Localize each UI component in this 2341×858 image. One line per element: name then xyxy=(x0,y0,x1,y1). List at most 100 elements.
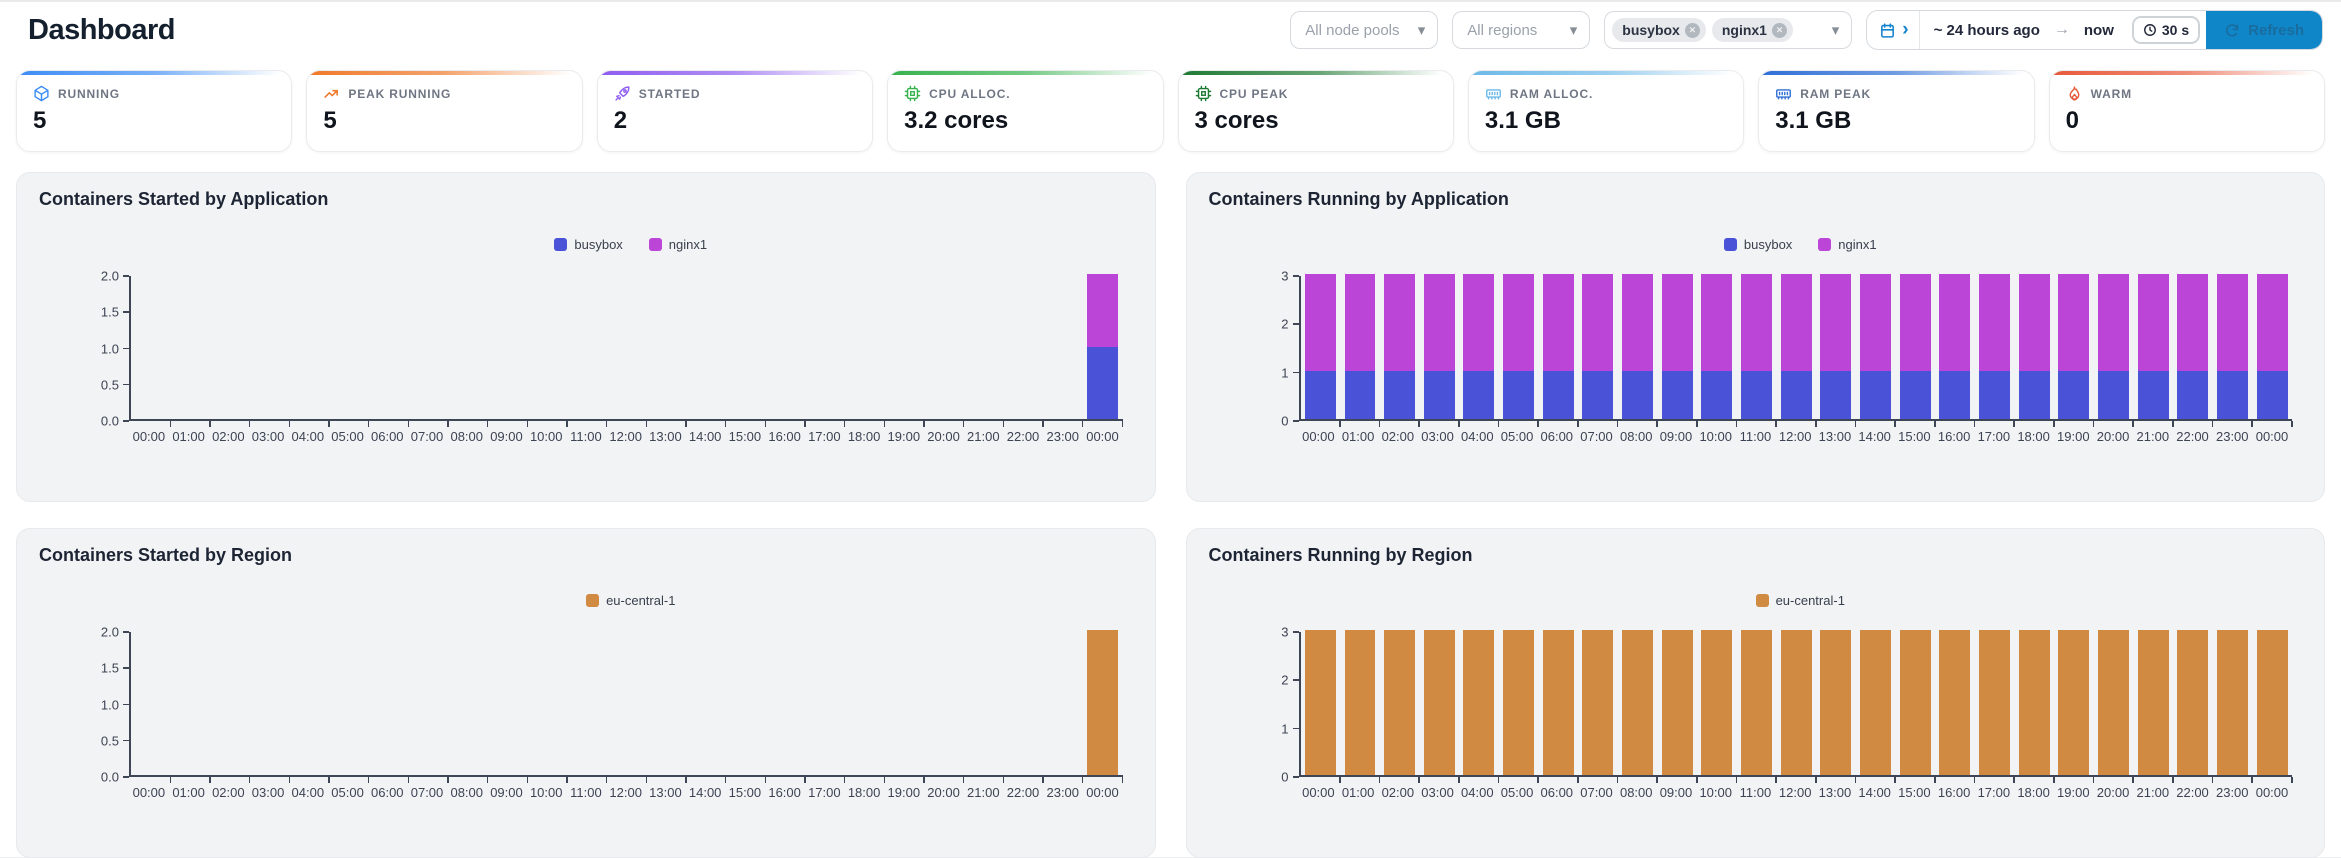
x-tick-mark xyxy=(764,777,767,783)
remove-chip-icon[interactable]: ✕ xyxy=(1771,22,1787,38)
chart-legend: eu-central-1 xyxy=(129,592,1133,608)
bar-segment-nginx1 xyxy=(1979,274,2010,371)
y-tick-label: 0 xyxy=(1281,413,1289,429)
refresh-button[interactable]: Refresh xyxy=(2206,11,2322,49)
x-tick-label: 07:00 xyxy=(410,785,444,800)
x-tick-mark xyxy=(2132,777,2134,783)
x-tick-label: 10:00 xyxy=(1699,429,1732,444)
applications-multiselect[interactable]: busybox ✕ nginx1 ✕ ▾ xyxy=(1604,11,1853,49)
bar-segment-eu-central-1 xyxy=(2137,630,2169,775)
stacked-bar xyxy=(1384,630,1416,775)
x-tick-mark xyxy=(2172,777,2174,783)
node-pools-select[interactable]: All node pools ▾ xyxy=(1290,11,1439,49)
x-tick-label: 17:00 xyxy=(808,785,841,800)
x-tick-mark xyxy=(883,777,886,783)
bar-segment-nginx1 xyxy=(1344,274,1376,371)
x-tick-mark xyxy=(2132,421,2134,427)
x-tick-mark xyxy=(2251,421,2253,427)
refresh-label: Refresh xyxy=(2248,21,2304,39)
memory-icon xyxy=(1485,85,1502,102)
y-tick-label: 1.5 xyxy=(100,660,119,676)
x-tick-mark xyxy=(605,421,608,427)
bar-slot xyxy=(2213,630,2253,775)
x-tick-mark xyxy=(2251,777,2253,783)
time-from-button[interactable]: ~ 24 hours ago xyxy=(1920,22,2054,39)
x-tick-mark xyxy=(486,421,489,427)
bar-slot xyxy=(845,276,885,419)
bar-slot xyxy=(528,632,568,775)
bar-segment-busybox xyxy=(1780,370,1812,419)
bar-segment-eu-central-1 xyxy=(2097,630,2129,775)
bar-segment-nginx1 xyxy=(1087,274,1119,347)
x-tick-label: 06:00 xyxy=(1540,785,1574,800)
y-tick-label: 0.0 xyxy=(100,413,119,429)
chart-title: Containers Started by Region xyxy=(39,545,293,565)
bar-slot xyxy=(1499,274,1539,419)
x-tick-label: 22:00 xyxy=(2176,429,2209,444)
x-tick-mark xyxy=(1973,777,1976,783)
x-tick-label: 18:00 xyxy=(847,429,881,444)
x-tick-mark xyxy=(843,421,846,427)
y-tick-label: 3 xyxy=(1281,624,1289,640)
card-body: STARTED 2 xyxy=(598,75,872,151)
x-tick-mark xyxy=(1081,421,1084,427)
time-to-button[interactable]: now xyxy=(2070,22,2128,39)
stacked-bar xyxy=(1304,274,1336,419)
x-tick-mark xyxy=(2013,421,2015,427)
trending-up-icon xyxy=(323,85,340,102)
stacked-bar xyxy=(2216,630,2248,775)
stat-value: 3.1 GB xyxy=(1775,107,1852,134)
stacked-bar xyxy=(1423,630,1455,775)
stacked-bar xyxy=(1384,274,1416,419)
x-tick-mark xyxy=(1894,777,1896,783)
x-tick-label: 09:00 xyxy=(490,785,523,800)
x-tick-label: 08:00 xyxy=(1619,785,1653,800)
stat-label: PEAK RUNNING xyxy=(348,86,452,101)
stacked-bar xyxy=(1741,274,1772,419)
bar-segment-nginx1 xyxy=(2018,274,2050,371)
stat-card-ram-alloc: RAM ALLOC. 3.1 GB xyxy=(1467,70,1745,152)
chevron-down-icon: ▾ xyxy=(1417,22,1426,39)
card-header: WARM xyxy=(2066,85,2308,102)
bar-slot xyxy=(1340,630,1380,775)
bar-slot xyxy=(1895,630,1935,775)
chevron-right-icon[interactable]: › xyxy=(1902,20,1908,39)
bar-segment-nginx1 xyxy=(2177,274,2209,371)
x-tick-mark xyxy=(962,421,965,427)
stat-label: CPU PEAK xyxy=(1219,86,1289,101)
bar-slot xyxy=(1856,274,1896,419)
stat-value: 5 xyxy=(33,107,47,134)
x-tick-label: 19:00 xyxy=(2057,785,2090,800)
bar-segment-eu-central-1 xyxy=(1780,630,1812,775)
bar-segment-nginx1 xyxy=(1582,274,1614,371)
regions-select[interactable]: All regions ▾ xyxy=(1452,11,1591,49)
x-axis-labels: 00:00 01:00 02:00 03:00 04:00 05:00 06:00 07:00… xyxy=(1299,429,2293,444)
bar-segment-eu-central-1 xyxy=(1304,630,1336,775)
calendar-button[interactable]: › xyxy=(1867,11,1920,49)
x-tick-label: 06:00 xyxy=(371,429,404,444)
bar-segment-eu-central-1 xyxy=(2018,630,2050,775)
stacked-bar xyxy=(1344,274,1376,419)
x-tick-label: 13:00 xyxy=(1818,429,1852,444)
y-tick-label: 1.0 xyxy=(100,341,119,356)
stacked-bar xyxy=(1820,274,1852,419)
cpu-icon xyxy=(904,85,921,102)
bar-slot xyxy=(250,632,290,775)
bar-segment-eu-central-1 xyxy=(1344,630,1376,775)
y-tick-label: 1.0 xyxy=(100,697,119,712)
x-tick-label: 14:00 xyxy=(688,429,722,444)
bar-slot xyxy=(2213,274,2253,419)
bar-slot xyxy=(1935,630,1975,775)
legend-item-eu-central-1: eu-central-1 xyxy=(1755,592,1845,608)
x-tick-label: 07:00 xyxy=(410,429,444,444)
bar-slot xyxy=(210,276,250,419)
x-tick-mark xyxy=(923,421,925,427)
stacked-bar xyxy=(1661,630,1693,775)
y-tick-label: 0.5 xyxy=(100,733,119,749)
chevron-down-icon: ▾ xyxy=(1831,22,1840,39)
remove-chip-icon[interactable]: ✕ xyxy=(1684,22,1700,38)
x-tick-mark xyxy=(1735,421,1738,427)
bar-segment-eu-central-1 xyxy=(1503,630,1535,775)
bar-slot xyxy=(1697,630,1737,775)
refresh-interval-button[interactable]: 30 s xyxy=(2131,16,2201,44)
